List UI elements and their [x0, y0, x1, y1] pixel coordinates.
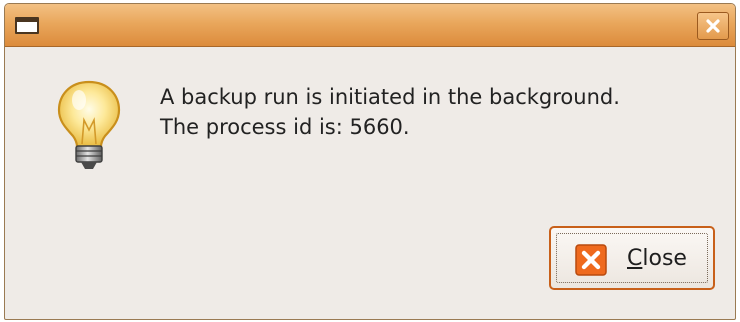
titlebar-close-button[interactable] — [697, 12, 729, 40]
dialog-message: A backup run is initiated in the backgro… — [160, 82, 620, 142]
close-icon — [706, 19, 720, 33]
window-menu-icon[interactable] — [15, 17, 39, 34]
close-button-label: Close — [627, 244, 687, 274]
dialog-window: A backup run is initiated in the backgro… — [4, 3, 736, 320]
lightbulb-icon — [57, 80, 121, 169]
title-bar[interactable] — [5, 4, 735, 47]
close-button-mnemonic: C — [627, 246, 643, 271]
close-icon — [575, 244, 607, 276]
close-button-label-rest: lose — [642, 246, 687, 271]
message-line-2: The process id is: 5660. — [160, 115, 410, 139]
close-button[interactable]: Close — [549, 226, 715, 290]
message-line-1: A backup run is initiated in the backgro… — [160, 85, 620, 109]
